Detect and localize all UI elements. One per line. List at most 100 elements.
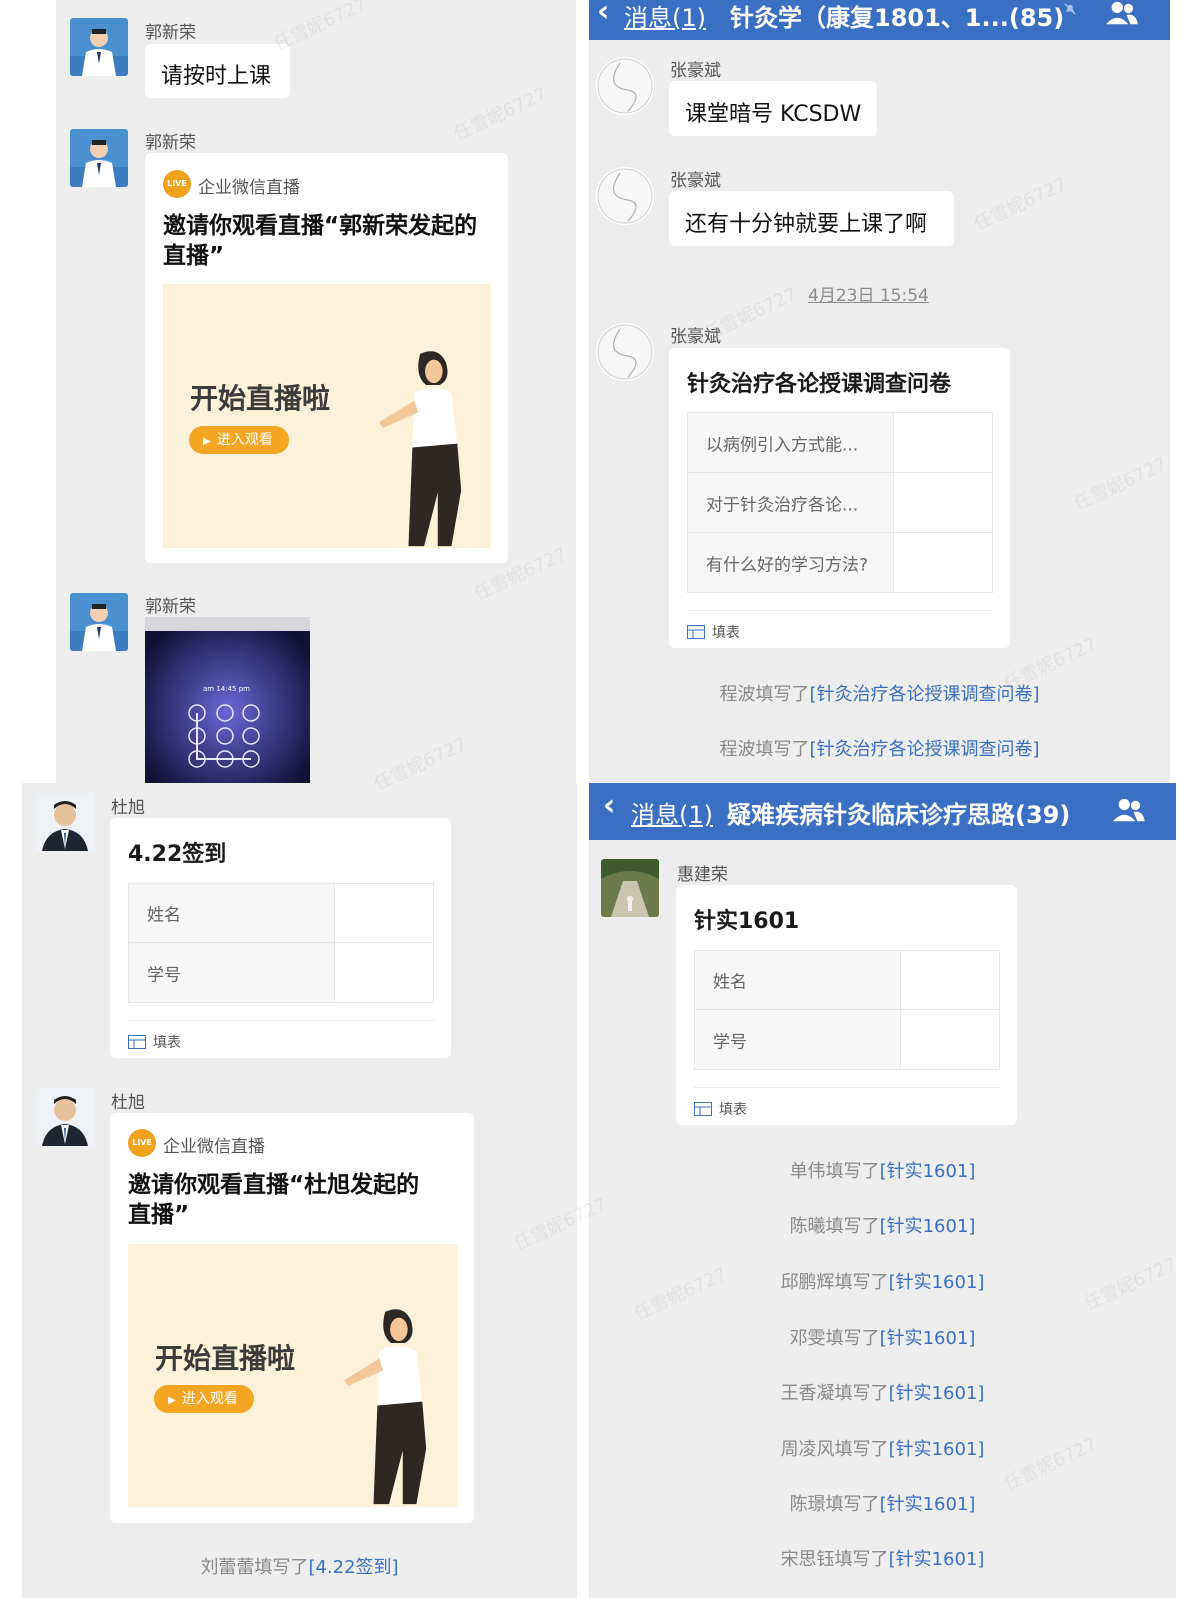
live-brand: 企业微信直播 [163, 1137, 265, 1157]
sender-name: 张豪斌 [670, 171, 721, 191]
man-portrait-avatar-icon [36, 1088, 94, 1146]
system-who: 刘蕾蕾 [200, 1557, 255, 1578]
enter-watch-button[interactable]: ▶ 进入观看 [154, 1385, 254, 1413]
live-title: 邀请你观看直播“杜旭发起的直播” [128, 1172, 420, 1228]
sender-name: 杜旭 [111, 798, 145, 818]
form-title: 4.22签到 [128, 842, 227, 867]
system-who: 邓雯 [789, 1328, 826, 1349]
system-message: 陈曦填写了[针实1601] [589, 1212, 1176, 1238]
form-row[interactable]: 对于针灸治疗各论... [688, 473, 992, 533]
message-bubble[interactable]: 还有十分钟就要上课了啊 [669, 191, 954, 246]
chat-panel-acupuncture-class: ‹ 消息(1) 针灸学（康复1801、1...(85) 张豪斌 课堂暗号 KCS… [589, 0, 1170, 783]
live-invite-card[interactable]: LIVE 企业微信直播 邀请你观看直播“郭新荣发起的直播” 开始直播啦 ▶ 进入观… [145, 153, 508, 563]
form-answer-cell[interactable] [900, 1010, 999, 1069]
back-button[interactable]: 消息(1) [624, 0, 706, 33]
avatar-zhang[interactable] [596, 323, 654, 381]
system-verb: 填写了 [834, 1272, 889, 1293]
form-table: 姓名 学号 [128, 883, 434, 1003]
form-table: 以病例引入方式能... 对于针灸治疗各论... 有什么好的学习方法? [687, 412, 993, 593]
avatar-zhang[interactable] [596, 167, 654, 225]
system-who: 程波 [719, 739, 756, 760]
avatar-du[interactable] [36, 793, 94, 851]
system-who: 陈璟 [789, 1494, 826, 1515]
message-text: 还有十分钟就要上课了啊 [685, 212, 928, 237]
form-answer-cell[interactable] [334, 884, 433, 942]
system-link[interactable]: [针实1601] [880, 1161, 976, 1182]
form-row[interactable]: 学号 [129, 943, 433, 1002]
form-card[interactable]: 针灸治疗各论授课调查问卷 以病例引入方式能... 对于针灸治疗各论... 有什么… [669, 348, 1010, 648]
live-invite-card[interactable]: LIVE 企业微信直播 邀请你观看直播“杜旭发起的直播” 开始直播啦 ▶ 进入观看 [110, 1113, 474, 1523]
system-link[interactable]: [针实1601] [880, 1494, 976, 1515]
group-members-icon[interactable] [1101, 0, 1141, 28]
system-who: 宋思钰 [780, 1549, 835, 1570]
form-answer-cell[interactable] [893, 533, 992, 592]
live-badge-icon: LIVE [128, 1129, 156, 1157]
form-row[interactable]: 姓名 [129, 884, 433, 943]
woman-illustration-icon [379, 351, 462, 547]
system-verb: 填写了 [825, 1161, 880, 1182]
form-card[interactable]: 针实1601 姓名 学号 填表 [676, 885, 1017, 1125]
enter-watch-label: 进入观看 [181, 1391, 238, 1407]
sender-name: 张豪斌 [670, 327, 721, 347]
form-answer-cell[interactable] [893, 413, 992, 472]
live-start-text: 开始直播啦 [155, 1342, 296, 1375]
form-question: 姓名 [713, 972, 747, 993]
back-button[interactable]: 消息(1) [631, 795, 713, 830]
system-verb: 填写了 [254, 1557, 309, 1578]
form-footer-label: 填表 [712, 625, 740, 641]
form-answer-cell[interactable] [900, 951, 999, 1009]
system-message: 宋思钰填写了[针实1601] [589, 1545, 1176, 1571]
live-title: 邀请你观看直播“郭新荣发起的直播” [163, 213, 478, 269]
system-verb: 填写了 [755, 739, 810, 760]
system-who: 邱鹏辉 [780, 1272, 835, 1293]
system-link[interactable]: [针实1601] [889, 1383, 985, 1404]
photo-time-text: am 14:45 pm [203, 685, 250, 693]
system-link[interactable]: [针实1601] [880, 1216, 976, 1237]
form-answer-cell[interactable] [334, 943, 433, 1002]
form-footer[interactable]: 填表 [687, 610, 993, 648]
nav-bar: ‹ 消息(1) 针灸学（康复1801、1...(85) [589, 0, 1170, 40]
system-message: 周凌风填写了[针实1601] [589, 1435, 1176, 1461]
group-members-icon[interactable] [1108, 797, 1148, 825]
message-bubble[interactable]: 课堂暗号 KCSDW [669, 81, 877, 136]
form-row[interactable]: 学号 [695, 1010, 999, 1069]
sender-name: 杜旭 [111, 1093, 145, 1113]
back-chevron-icon[interactable]: ‹ [603, 788, 615, 823]
system-link[interactable]: [针实1601] [889, 1439, 985, 1460]
system-link[interactable]: [针灸治疗各论授课调查问卷] [809, 684, 1039, 705]
garden-photo-avatar-icon [601, 859, 659, 917]
default-circle-avatar-icon [597, 58, 653, 114]
form-footer[interactable]: 填表 [694, 1087, 1000, 1125]
sender-name: 张豪斌 [670, 61, 721, 81]
avatar-du[interactable] [36, 1088, 94, 1146]
live-cover[interactable]: 开始直播啦 ▶ 进入观看 [163, 284, 491, 548]
avatar-guo[interactable] [70, 18, 128, 76]
system-verb: 填写了 [825, 1216, 880, 1237]
system-link[interactable]: [针实1601] [889, 1272, 985, 1293]
form-answer-cell[interactable] [893, 473, 992, 532]
system-link[interactable]: [针实1601] [880, 1328, 976, 1349]
system-link[interactable]: [4.22签到] [308, 1557, 398, 1578]
form-row[interactable]: 姓名 [695, 951, 999, 1010]
avatar-guo[interactable] [70, 129, 128, 187]
form-row[interactable]: 以病例引入方式能... [688, 413, 992, 473]
live-cover[interactable]: 开始直播啦 ▶ 进入观看 [128, 1244, 457, 1507]
system-link[interactable]: [针灸治疗各论授课调查问卷] [809, 739, 1039, 760]
form-footer[interactable]: 填表 [128, 1020, 434, 1058]
system-link[interactable]: [针实1601] [889, 1549, 985, 1570]
message-bubble[interactable]: 请按时上课 [145, 44, 290, 98]
form-row[interactable]: 有什么好的学习方法? [688, 533, 992, 592]
photo-message[interactable]: am 14:45 pm [145, 617, 310, 783]
timestamp: 4月23日 15:54 [808, 286, 929, 306]
form-card[interactable]: 4.22签到 姓名 学号 填表 [110, 818, 451, 1058]
system-verb: 填写了 [755, 684, 810, 705]
doctor-avatar-icon [70, 593, 128, 651]
back-chevron-icon[interactable]: ‹ [597, 0, 609, 29]
sender-name: 惠建荣 [677, 865, 728, 885]
avatar-zhang[interactable] [596, 57, 654, 115]
avatar-guo[interactable] [70, 593, 128, 651]
enter-watch-button[interactable]: ▶ 进入观看 [189, 426, 289, 454]
avatar-hui[interactable] [601, 859, 659, 917]
live-badge-icon: LIVE [163, 170, 191, 198]
chat-title: 针灸学（康复1801、1...(85) [730, 4, 1065, 32]
